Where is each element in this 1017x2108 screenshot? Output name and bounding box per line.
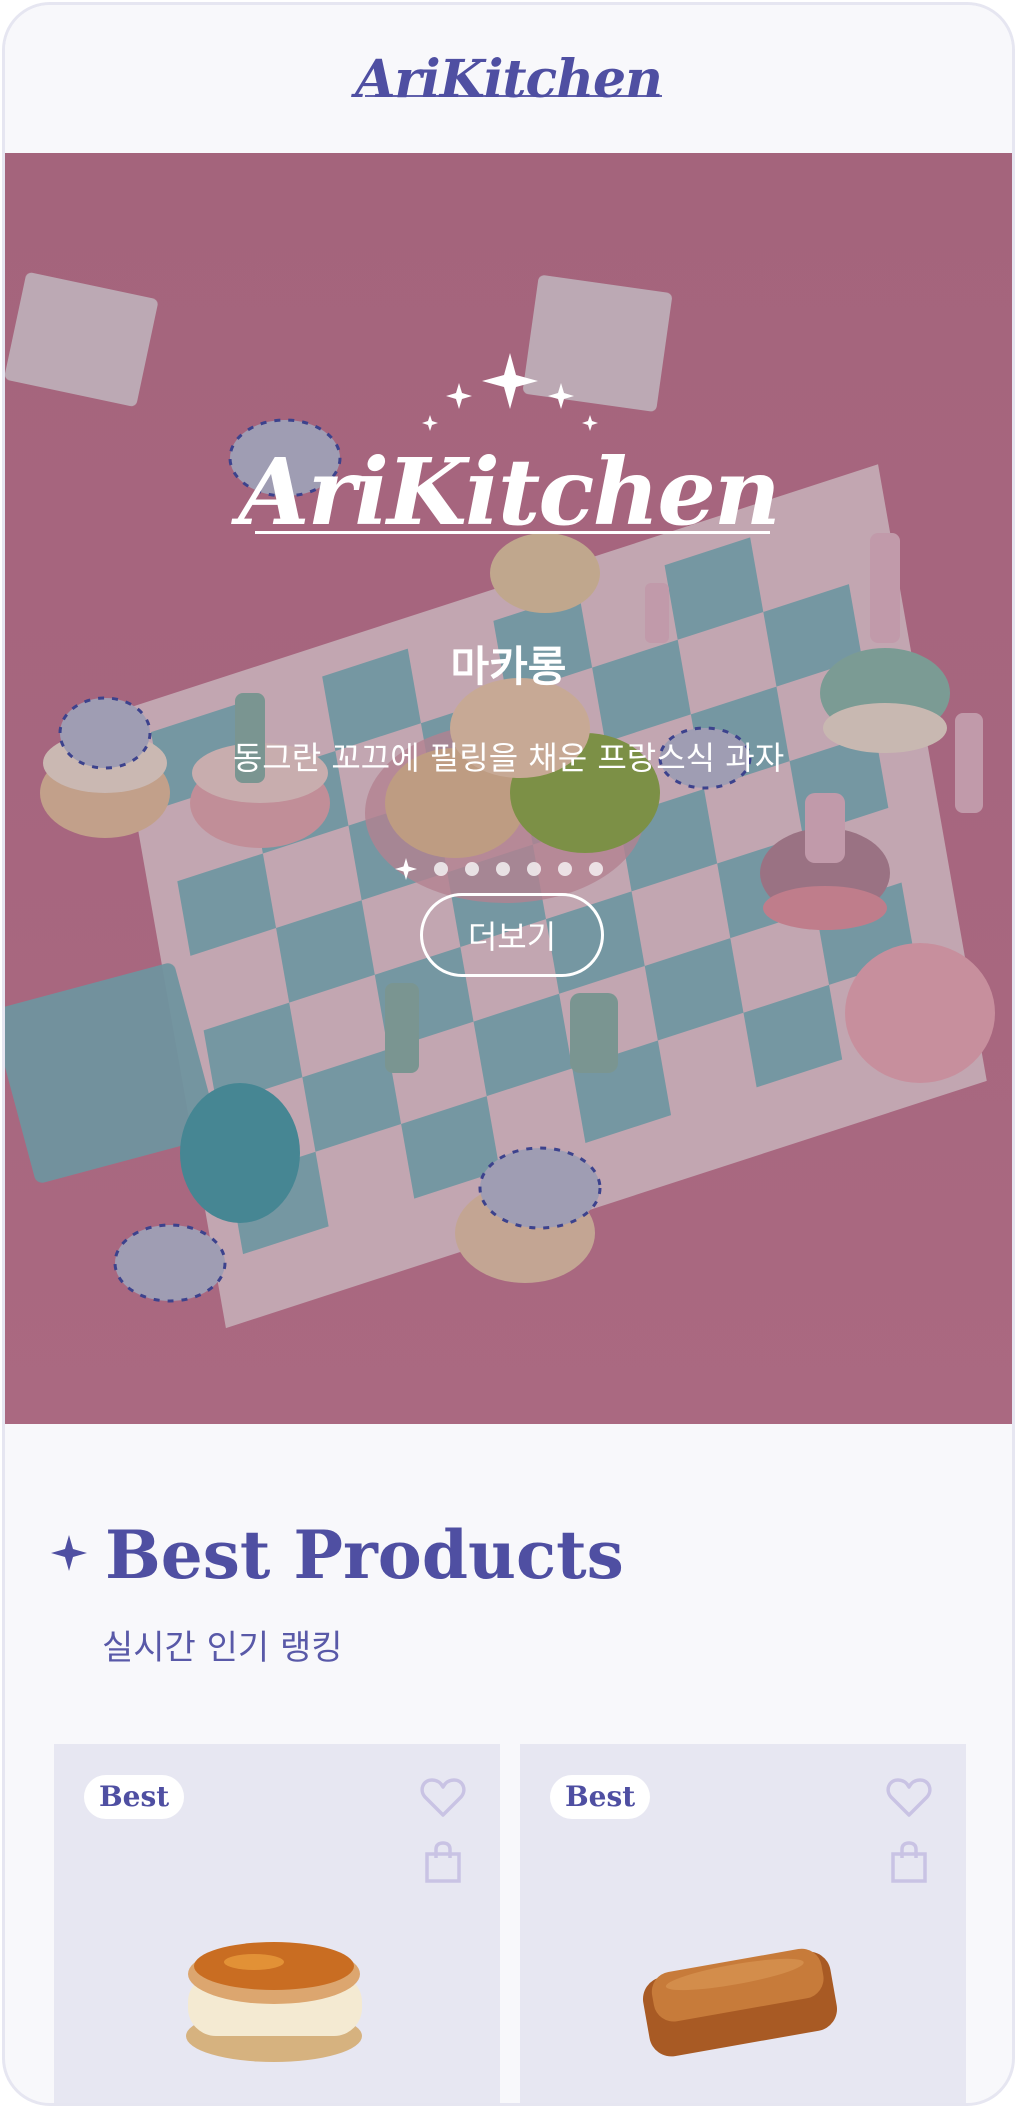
section-subtitle: 실시간 인기 랭킹: [102, 1628, 343, 1668]
slide-dot[interactable]: [495, 862, 510, 876]
star-icon: [51, 1535, 87, 1571]
shopping-bag-icon[interactable]: [890, 1840, 928, 1884]
hero-content: AriKitchen 마카롱 동그란 꼬끄에 필링을 채운 프랑스식 과자 더보…: [5, 153, 1012, 1424]
hero-logo-underline: [255, 531, 770, 534]
hero-banner[interactable]: AriKitchen 마카롱 동그란 꼬끄에 필링을 채운 프랑스식 과자 더보…: [5, 153, 1012, 1424]
heart-icon[interactable]: [886, 1778, 932, 1818]
header: AriKitchen: [5, 5, 1012, 153]
device-frame: AriKitchen AriKitchen 마카롱 동그란 꼬끄에 필링을 채운…: [2, 2, 1015, 2106]
section-title: Best Products: [105, 1516, 624, 1594]
slide-dot[interactable]: [464, 862, 479, 876]
best-badge: Best: [84, 1775, 185, 1819]
hero-subtitle: 동그란 꼬끄에 필링을 채운 프랑스식 과자: [232, 739, 785, 777]
product-card[interactable]: Best: [54, 1744, 500, 2103]
shopping-bag-icon[interactable]: [424, 1840, 462, 1884]
slide-dot[interactable]: [526, 862, 541, 876]
best-badge: Best: [550, 1775, 651, 1819]
macaron-product-image: [186, 1942, 362, 2062]
heart-icon[interactable]: [420, 1778, 466, 1818]
hero-logo: AriKitchen: [238, 438, 781, 546]
financier-loaf-product-image: [642, 1948, 838, 2057]
hero-title: 마카롱: [450, 642, 567, 691]
brand-logo[interactable]: AriKitchen: [355, 49, 663, 110]
sparkles-icon: [422, 353, 598, 431]
active-slide-star-icon[interactable]: [394, 858, 417, 880]
product-card[interactable]: Best: [520, 1744, 966, 2103]
slide-dot[interactable]: [588, 862, 603, 876]
slide-pagination: [5, 858, 1012, 880]
more-button[interactable]: 더보기: [420, 893, 604, 977]
slide-dot[interactable]: [433, 862, 448, 876]
slide-dot[interactable]: [557, 862, 572, 876]
